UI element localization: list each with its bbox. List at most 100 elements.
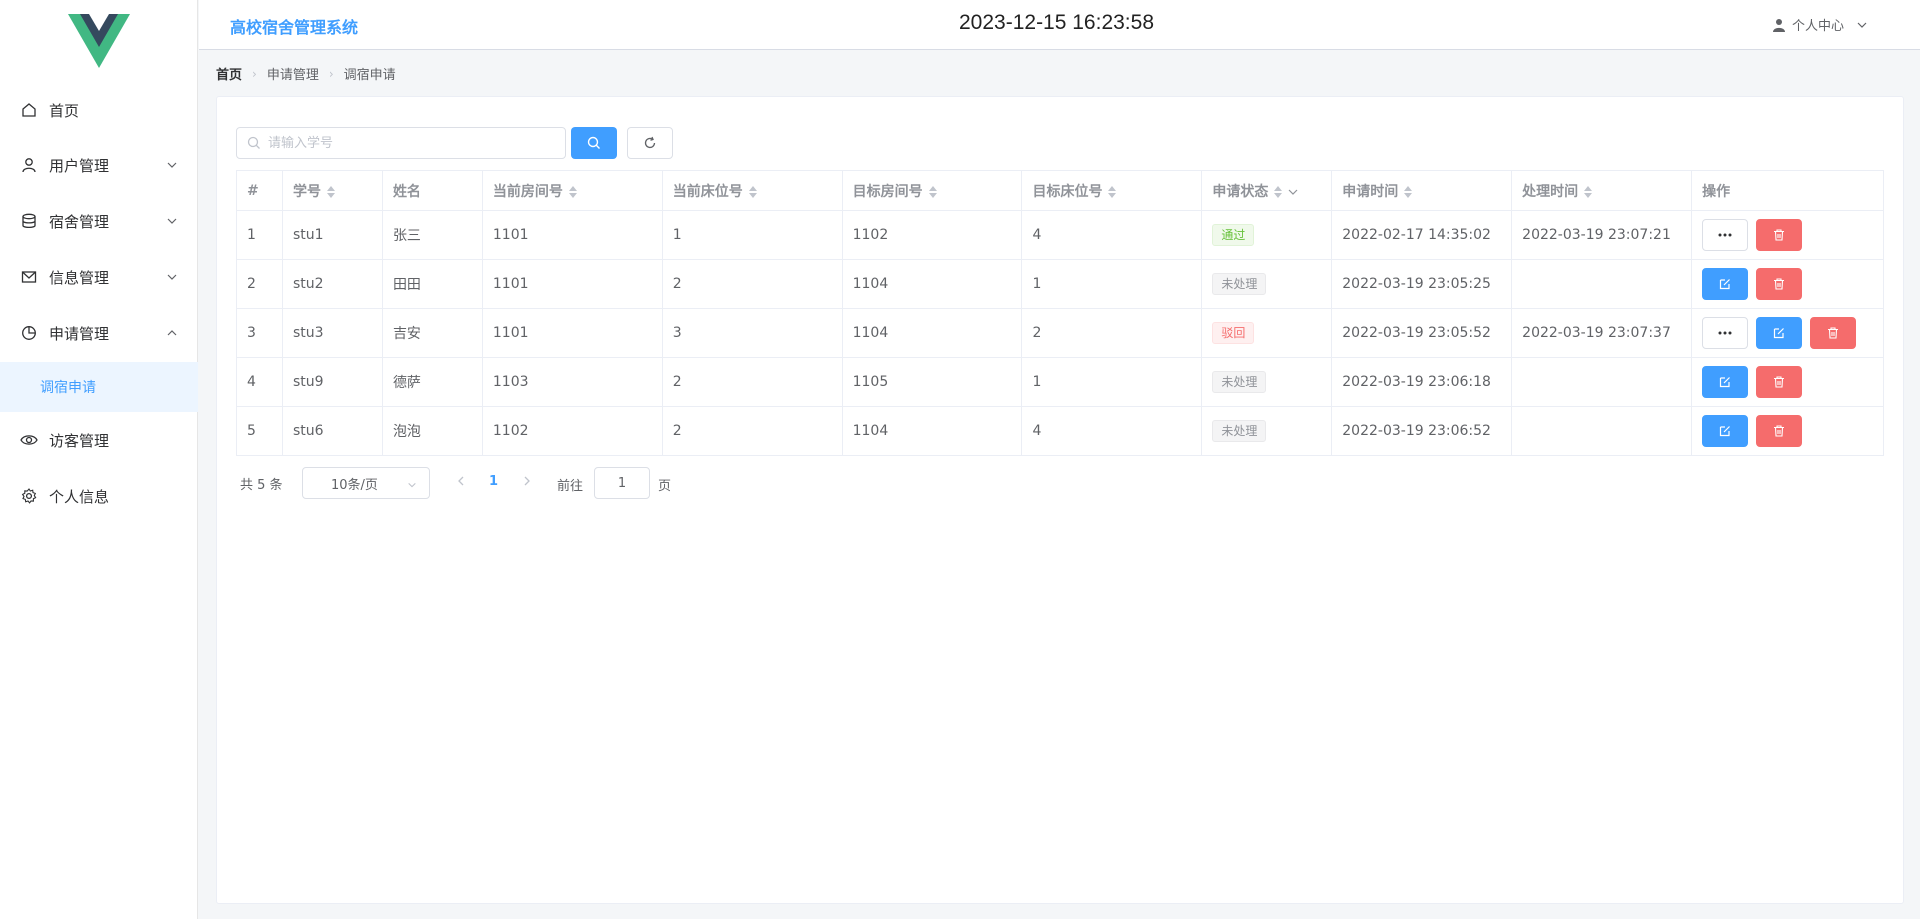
message-icon: [20, 268, 38, 286]
cell-idx: 4: [236, 357, 283, 407]
sidebar-item-personal-info[interactable]: 个人信息: [0, 469, 198, 523]
delete-button[interactable]: [1756, 219, 1803, 251]
header-target-room[interactable]: 目标房间号: [841, 170, 1023, 211]
sidebar-item-application-management[interactable]: 申请管理: [0, 306, 198, 360]
cell-tgt-room: 1104: [841, 406, 1023, 456]
sort-icon[interactable]: [748, 185, 758, 199]
prev-page-icon[interactable]: [455, 475, 467, 487]
page-number-current[interactable]: 1: [489, 474, 498, 489]
header-actions: 操作: [1691, 170, 1884, 211]
cell-idx: 5: [236, 406, 283, 456]
search-button[interactable]: [571, 127, 617, 159]
header-label: 申请状态: [1212, 183, 1269, 200]
eye-icon: [20, 431, 38, 449]
delete-button[interactable]: [1756, 415, 1803, 447]
cell-handle-time: [1511, 259, 1693, 309]
user-center-label: 个人中心: [1791, 19, 1844, 34]
user-center-menu[interactable]: 个人中心: [1772, 15, 1868, 34]
header-index: #: [236, 170, 283, 211]
sidebar-item-label: 用户管理: [49, 156, 110, 175]
cell-handle-time: 2022-03-19 23:07:37: [1511, 308, 1693, 358]
cell-tgt-bed: 4: [1021, 406, 1203, 456]
sidebar-item-user-management[interactable]: 用户管理: [0, 138, 198, 192]
header-label: 当前房间号: [492, 183, 563, 200]
cell-tgt-bed: 1: [1021, 259, 1203, 309]
cell-cur-bed: 1: [661, 210, 843, 260]
total-count: 共 5 条: [240, 477, 283, 493]
edit-icon: [1719, 426, 1731, 437]
sort-icon[interactable]: [1107, 185, 1117, 199]
sidebar: 首页 用户管理 宿舍管理 信息管理 申请管理 调宿申请 访客管理 个人信息: [0, 0, 198, 919]
sidebar-item-info-management[interactable]: 信息管理: [0, 250, 198, 304]
refresh-icon: [644, 136, 656, 149]
cell-sid: stu2: [281, 259, 383, 309]
search-input[interactable]: [268, 134, 558, 152]
cell-apply-time: 2022-03-19 23:05:25: [1331, 259, 1513, 309]
delete-button[interactable]: [1756, 268, 1803, 300]
header-label: 申请时间: [1342, 183, 1399, 200]
sort-icon[interactable]: [1403, 185, 1413, 199]
goto-label: 前往: [557, 479, 584, 494]
more-actions-button[interactable]: [1702, 219, 1749, 251]
header-label: 学号: [292, 183, 321, 200]
search-input-wrapper[interactable]: [236, 127, 566, 159]
cell-sid: stu3: [281, 308, 383, 358]
sort-icon[interactable]: [326, 185, 336, 199]
breadcrumb-current: 调宿申请: [343, 68, 396, 83]
cell-cur-room: 1103: [481, 357, 663, 407]
chevron-down-icon: [167, 274, 177, 280]
chevron-down-icon: [167, 162, 177, 168]
chevron-down-icon: [167, 218, 177, 224]
header-current-room[interactable]: 当前房间号: [481, 170, 663, 211]
edit-button[interactable]: [1702, 415, 1749, 447]
more-icon: [1718, 233, 1732, 237]
trash-icon: [1774, 376, 1785, 388]
header-apply-time[interactable]: 申请时间: [1331, 170, 1513, 211]
sidebar-item-visitor-management[interactable]: 访客管理: [0, 413, 198, 467]
header-current-bed[interactable]: 当前床位号: [661, 170, 843, 211]
header-target-bed[interactable]: 目标床位号: [1021, 170, 1203, 211]
cell-actions: [1691, 308, 1884, 358]
cell-cur-room: 1101: [481, 210, 663, 260]
page-size-select[interactable]: 10条/页: [302, 467, 430, 499]
goto-page-input[interactable]: [594, 467, 650, 499]
cell-tgt-room: 1105: [841, 357, 1023, 407]
breadcrumb-home[interactable]: 首页: [216, 64, 242, 83]
delete-button[interactable]: [1810, 317, 1857, 349]
sidebar-item-label: 访客管理: [49, 431, 110, 450]
cell-sid: stu6: [281, 406, 383, 456]
sidebar-subitem-transfer-application[interactable]: 调宿申请: [0, 362, 198, 412]
refresh-button[interactable]: [627, 127, 673, 159]
breadcrumb-separator-icon: ›: [328, 66, 334, 81]
edit-button[interactable]: [1756, 317, 1803, 349]
status-badge: 通过: [1212, 224, 1255, 246]
table-row: 3 stu3 吉安 1101 3 1104 2 驳回 2022-03-19 23:05:52 20…: [236, 308, 1884, 358]
filter-chevron-down-icon[interactable]: [1287, 186, 1299, 198]
sort-icon[interactable]: [1273, 185, 1283, 199]
sort-icon[interactable]: [568, 185, 578, 199]
user-icon: [20, 156, 38, 174]
header-status[interactable]: 申请状态: [1201, 170, 1333, 211]
sidebar-subitem-label: 调宿申请: [40, 380, 96, 396]
status-badge: 未处理: [1212, 420, 1267, 442]
next-page-icon[interactable]: [521, 475, 533, 487]
cell-sid: stu1: [281, 210, 383, 260]
sort-icon[interactable]: [1583, 185, 1593, 199]
sidebar-item-home[interactable]: 首页: [0, 83, 198, 137]
cell-actions: [1691, 210, 1884, 260]
edit-button[interactable]: [1702, 268, 1749, 300]
trash-icon: [1774, 425, 1785, 437]
header-handle-time[interactable]: 处理时间: [1511, 170, 1693, 211]
cell-apply-time: 2022-02-17 14:35:02: [1331, 210, 1513, 260]
table-row: 1 stu1 张三 1101 1 1102 4 通过 2022-02-17 14:35:02 20…: [236, 210, 1884, 260]
sidebar-item-dorm-management[interactable]: 宿舍管理: [0, 194, 198, 248]
more-actions-button[interactable]: [1702, 317, 1749, 349]
edit-button[interactable]: [1702, 366, 1749, 398]
table-row: 2 stu2 田田 1101 2 1104 1 未处理 2022-03-19 23:05:25: [236, 259, 1884, 309]
sort-icon[interactable]: [928, 185, 938, 199]
header-student-id[interactable]: 学号: [281, 170, 383, 211]
status-badge: 未处理: [1212, 273, 1267, 295]
delete-button[interactable]: [1756, 366, 1803, 398]
edit-icon: [1719, 279, 1731, 290]
cell-handle-time: [1511, 357, 1693, 407]
